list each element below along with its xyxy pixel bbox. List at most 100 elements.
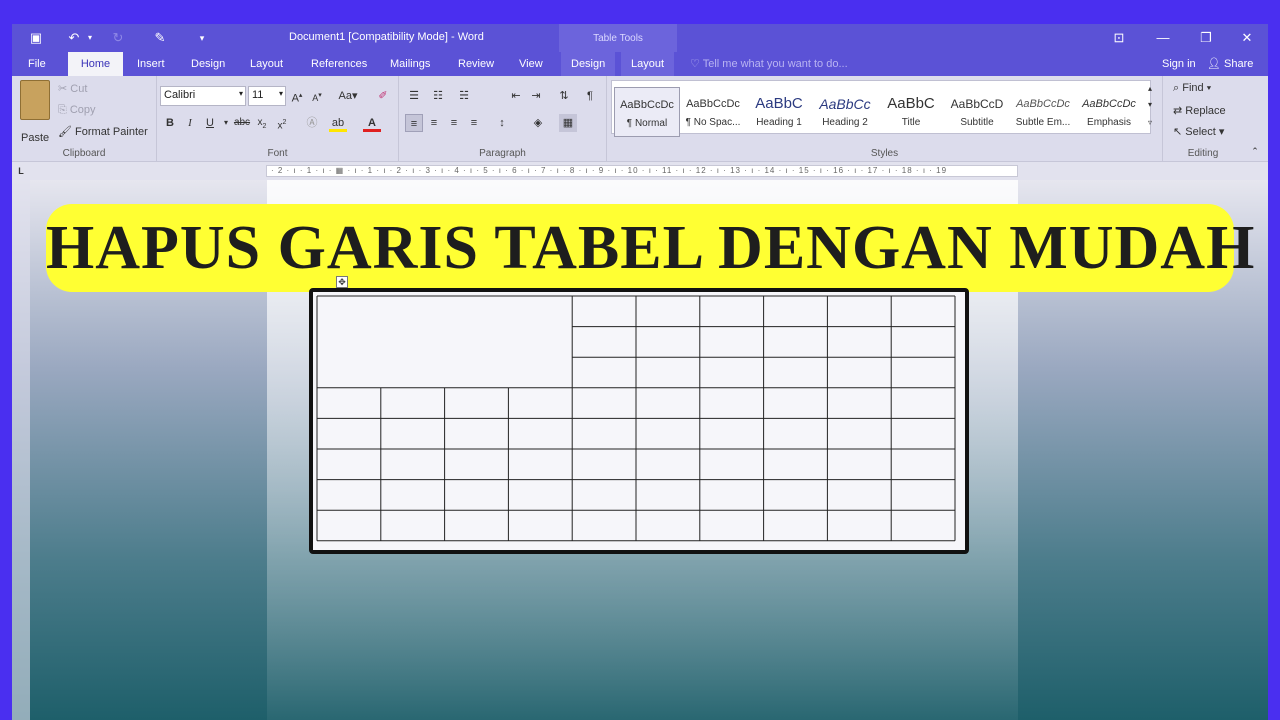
strikethrough-icon[interactable]: abc (231, 114, 253, 132)
replace-icon: ⇄ (1173, 105, 1186, 117)
save-icon[interactable]: ▣ (26, 29, 46, 47)
increase-indent-icon[interactable]: ⇥ (527, 87, 545, 105)
superscript-icon[interactable]: x2 (273, 114, 291, 132)
styles-gallery: AaBbCcDc ¶ Normal AaBbCcDc ¶ No Spac... Aa… (611, 80, 1151, 137)
format-painter-button[interactable]: 🖌︎ Format Painter (58, 125, 148, 138)
replace-button[interactable]: ⇄ Replace (1173, 104, 1226, 117)
banner-title: HAPUS GARIS TABEL DENGAN MUDAH (46, 214, 1256, 282)
document-title: Document1 [Compatibility Mode] - Word (289, 31, 484, 43)
font-label: Font (267, 148, 288, 159)
redo-icon[interactable]: ↻ (108, 29, 128, 47)
table-move-handle-icon[interactable]: ✥ (336, 276, 348, 288)
tab-mailings[interactable]: Mailings (380, 52, 440, 76)
editing-label: Editing (1187, 148, 1219, 159)
clear-formatting-icon[interactable]: ✐ (374, 87, 392, 105)
chevron-down-icon: ▾ (238, 89, 243, 98)
title-bar: ▣ ↶ ▾ ↻ ✎ ▾ Document1 [Compatibility Mod… (12, 24, 1268, 76)
bullets-icon[interactable]: ☰ (405, 87, 423, 105)
lightbulb-icon: ♡ (690, 58, 703, 70)
ruler-bar: L · 2 · ı · 1 · ı · ▦ · ı · 1 · ı · 2 · … (12, 162, 1268, 180)
style-normal[interactable]: AaBbCcDc ¶ Normal (614, 87, 680, 137)
highlight-icon[interactable]: ab (329, 114, 347, 132)
paste-icon[interactable] (20, 80, 50, 120)
customize-qat-icon[interactable]: ▾ (192, 29, 212, 47)
font-size-box[interactable]: 11 ▾ (248, 86, 286, 106)
styles-scroll-down-icon[interactable]: ▾ (1143, 96, 1157, 114)
tab-file[interactable]: File (18, 52, 56, 76)
borders-icon[interactable]: ▦ (559, 114, 577, 132)
share-button[interactable]: 👤︎ Share (1207, 52, 1253, 76)
editing-group: ⌕ Find ▾ ⇄ Replace ↖ Select ▾ Editing (1163, 76, 1243, 162)
tab-home[interactable]: Home (68, 52, 123, 76)
justify-icon[interactable]: ≡ (465, 114, 483, 132)
style-no-spacing[interactable]: AaBbCcDc ¶ No Spac... (680, 87, 746, 137)
paragraph-group: ☰ ☷ ☵ ⇤ ⇥ ⇅ ¶ ≡ ≡ ≡ ≡ ↕ ◈ ▦ Paragraph (399, 76, 607, 162)
paste-button[interactable]: Paste (21, 132, 49, 144)
bold-icon[interactable]: B (161, 114, 179, 132)
tell-me-box[interactable]: ♡ Tell me what you want to do... (690, 52, 848, 76)
cursor-icon: ↖ (1173, 126, 1186, 138)
subscript-icon[interactable]: x2 (253, 114, 271, 132)
tab-layout[interactable]: Layout (240, 52, 293, 76)
sort-icon[interactable]: ⇅ (555, 87, 573, 105)
restore-icon[interactable]: ❐ (1193, 28, 1219, 48)
style-heading-2[interactable]: AaBbCc Heading 2 (812, 87, 878, 137)
tab-table-design[interactable]: Design (561, 52, 616, 76)
style-emphasis[interactable]: AaBbCcDc Emphasis (1076, 87, 1142, 137)
cut-button[interactable]: ✂ Cut (58, 82, 87, 95)
styles-group: AaBbCcDc ¶ Normal AaBbCcDc ¶ No Spac... Aa… (607, 76, 1163, 162)
show-marks-icon[interactable]: ¶ (581, 87, 599, 105)
text-effects-icon[interactable]: Ⓐ (303, 114, 321, 132)
align-right-icon[interactable]: ≡ (445, 114, 463, 132)
sign-in-link[interactable]: Sign in (1162, 52, 1196, 76)
ribbon-tabs: File Home Insert Design Layout Reference… (12, 52, 1268, 76)
table-grid[interactable] (313, 292, 965, 550)
collapse-ribbon-icon[interactable]: ⌃ (1246, 142, 1264, 160)
align-left-icon[interactable]: ≡ (405, 114, 423, 132)
copy-button[interactable]: ⎘ Copy (58, 104, 96, 117)
copy-icon: ⎘ (58, 104, 70, 116)
person-icon: 👤︎ (1207, 58, 1225, 70)
scissors-icon: ✂ (58, 83, 71, 95)
touch-mode-icon[interactable]: ✎ (150, 29, 170, 47)
shading-icon[interactable]: ◈ (529, 114, 547, 132)
styles-more-icon[interactable]: ▿ (1143, 114, 1157, 132)
italic-icon[interactable]: I (181, 114, 199, 132)
decrease-indent-icon[interactable]: ⇤ (507, 87, 525, 105)
paragraph-label: Paragraph (479, 148, 526, 159)
style-heading-1[interactable]: AaBbC Heading 1 (746, 87, 812, 137)
clipboard-label: Clipboard (62, 148, 106, 159)
style-subtle-emphasis[interactable]: AaBbCcDc Subtle Em... (1010, 87, 1076, 137)
tab-table-layout[interactable]: Layout (621, 52, 675, 76)
tab-insert[interactable]: Insert (127, 52, 175, 76)
ribbon-display-icon[interactable]: ⊡ (1106, 28, 1132, 48)
style-subtitle[interactable]: AaBbCcD Subtitle (944, 87, 1010, 137)
brush-icon: 🖌︎ (58, 126, 76, 138)
tab-selector-icon[interactable]: L (14, 162, 28, 180)
change-case-icon[interactable]: Aa▾ (335, 87, 361, 105)
align-center-icon[interactable]: ≡ (425, 114, 443, 132)
style-title[interactable]: AaBbC Title (878, 87, 944, 137)
search-icon: ⌕ (1173, 82, 1183, 94)
shrink-font-icon[interactable]: A▾ (308, 87, 326, 105)
clipboard-group: Paste ✂ Cut ⎘ Copy 🖌︎ Format Painter Cli… (12, 76, 157, 162)
grow-font-icon[interactable]: A▴ (288, 87, 306, 105)
undo-dropdown-icon[interactable]: ▾ (80, 29, 100, 47)
word-window: ▣ ↶ ▾ ↻ ✎ ▾ Document1 [Compatibility Mod… (12, 24, 1268, 720)
minimize-icon[interactable]: — (1150, 28, 1176, 48)
tab-references[interactable]: References (301, 52, 377, 76)
close-icon[interactable]: ✕ (1234, 28, 1260, 48)
font-color-icon[interactable]: A (363, 114, 381, 132)
tab-view[interactable]: View (509, 52, 553, 76)
line-spacing-icon[interactable]: ↕ (493, 114, 511, 132)
font-name-box[interactable]: Calibri ▾ (160, 86, 246, 106)
horizontal-ruler[interactable]: · 2 · ı · 1 · ı · ▦ · ı · 1 · ı · 2 · ı … (266, 165, 1018, 177)
chevron-down-icon: ▾ (278, 89, 283, 98)
tab-design[interactable]: Design (181, 52, 235, 76)
numbering-icon[interactable]: ☷ (429, 87, 447, 105)
tab-review[interactable]: Review (448, 52, 504, 76)
find-button[interactable]: ⌕ Find ▾ (1173, 82, 1211, 95)
multilevel-list-icon[interactable]: ☵ (455, 87, 473, 105)
vertical-ruler[interactable] (12, 180, 30, 720)
select-button[interactable]: ↖ Select ▾ (1173, 125, 1224, 138)
